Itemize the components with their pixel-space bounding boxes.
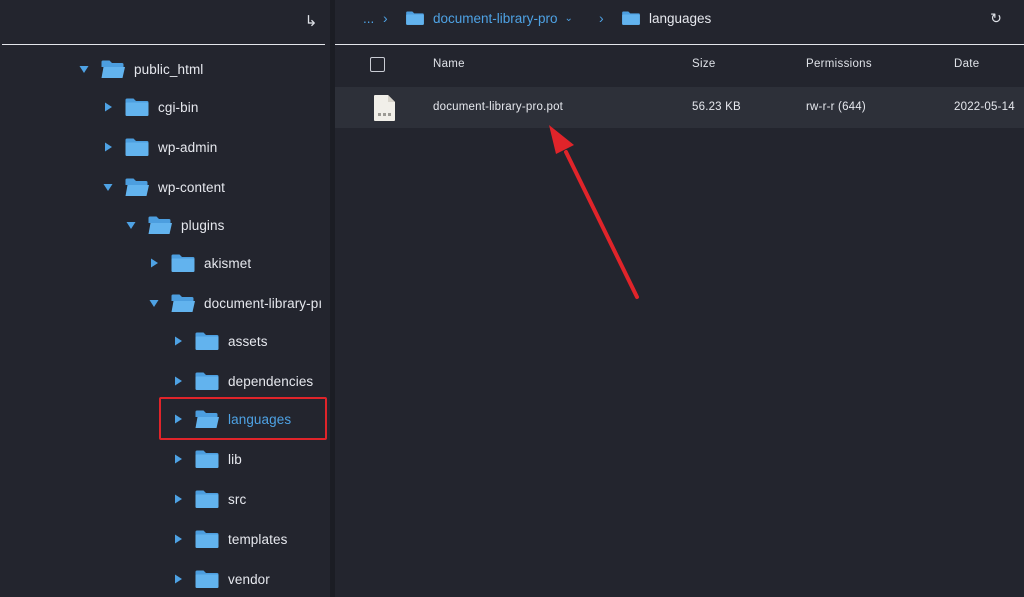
tree-item-wp-content[interactable]: wp-content [102, 172, 225, 202]
select-all-checkbox[interactable] [370, 57, 385, 72]
tree-item-src[interactable]: src [172, 484, 246, 514]
folder-tree-panel: ↳ public_html cgi-bin wp-admin wp-conten… [0, 0, 330, 597]
column-header-size[interactable]: Size [692, 58, 716, 70]
breadcrumb-ellipsis[interactable]: ... [363, 9, 374, 27]
chevron-down-icon[interactable] [148, 297, 160, 309]
file-list-panel: ... › document-library-pro ⌄ › languages… [335, 0, 1024, 597]
chevron-right-icon[interactable] [172, 573, 184, 585]
tree-item-plugins[interactable]: plugins [125, 210, 224, 240]
folder-icon [194, 529, 220, 549]
chevron-down-icon[interactable] [125, 219, 137, 231]
tree-item-label: src [228, 491, 247, 507]
chevron-right-icon[interactable] [148, 257, 160, 269]
chevron-right-icon: › [599, 10, 604, 26]
collapse-arrow-icon[interactable]: ↳ [302, 12, 320, 32]
tree-item-lib[interactable]: lib [172, 444, 242, 474]
file-icon [374, 95, 395, 121]
column-header-date[interactable]: Date [954, 58, 980, 70]
column-header-permissions[interactable]: Permissions [806, 58, 872, 70]
chevron-right-icon[interactable] [172, 375, 184, 387]
chevron-right-icon[interactable] [102, 101, 114, 113]
folder-icon [124, 137, 150, 157]
tree-item-label: languages [228, 411, 292, 427]
chevron-down-icon[interactable]: ⌄ [565, 13, 573, 24]
folder-icon [194, 569, 220, 589]
refresh-icon[interactable]: ↻ [987, 9, 1005, 27]
breadcrumb-label: document-library-pro [433, 10, 558, 26]
folder-icon [170, 253, 196, 273]
tree-item-label: assets [228, 333, 268, 349]
tree-item-public-html[interactable]: public_html [78, 54, 203, 84]
tree-item-label: dependencies [228, 373, 314, 389]
tree-item-label: lib [228, 451, 242, 467]
folder-icon [194, 449, 220, 469]
table-row[interactable]: document-library-pro.pot 56.23 KB rw-r-r… [335, 87, 1024, 128]
chevron-right-icon[interactable] [172, 335, 184, 347]
tree-item-cgi-bin[interactable]: cgi-bin [102, 92, 198, 122]
tree-item-label: public_html [134, 61, 204, 77]
chevron-right-icon[interactable] [102, 141, 114, 153]
folder-icon [194, 371, 220, 391]
column-header-name[interactable]: Name [433, 58, 465, 70]
chevron-down-icon[interactable] [102, 181, 114, 193]
folder-icon [194, 331, 220, 351]
tree-item-wp-admin[interactable]: wp-admin [102, 132, 217, 162]
tree-item-akismet[interactable]: akismet [148, 248, 251, 278]
folder-icon [621, 10, 641, 26]
folder-open-icon [147, 215, 173, 235]
tree-item-label: vendor [228, 571, 270, 587]
tree-header: ↳ [0, 0, 330, 45]
chevron-right-icon[interactable] [172, 493, 184, 505]
tree-item-label: wp-admin [158, 139, 218, 155]
folder-open-icon [170, 293, 196, 313]
folder-icon [194, 489, 220, 509]
breadcrumb-item-document-library-pro[interactable]: document-library-pro ⌄ [405, 9, 573, 27]
tree-item-label: plugins [181, 217, 225, 233]
folder-open-icon [100, 59, 126, 79]
tree-item-label: wp-content [158, 179, 226, 195]
folder-open-icon [124, 177, 150, 197]
divider [2, 44, 325, 45]
file-size: 56.23 KB [692, 101, 741, 113]
tree-item-dependencies[interactable]: dependencies [172, 366, 313, 396]
tree-item-label: templates [228, 531, 288, 547]
tree-item-document-library-pro[interactable]: document-library-pı [148, 288, 326, 318]
file-name[interactable]: document-library-pro.pot [433, 101, 563, 113]
tree-item-label: akismet [204, 255, 252, 271]
chevron-right-icon[interactable] [172, 453, 184, 465]
folder-icon [405, 10, 425, 26]
tree-item-label: document-library-pı [204, 295, 323, 311]
file-permissions: rw-r-r (644) [806, 101, 866, 113]
folder-icon [124, 97, 150, 117]
tree-item-assets[interactable]: assets [172, 326, 268, 356]
breadcrumb: ... › document-library-pro ⌄ › languages… [335, 0, 1024, 44]
chevron-down-icon[interactable] [78, 63, 90, 75]
breadcrumb-item-languages[interactable]: languages [621, 9, 711, 27]
tree-item-vendor[interactable]: vendor [172, 564, 270, 594]
chevron-right-icon: › [383, 10, 388, 26]
breadcrumb-label: languages [649, 10, 712, 26]
chevron-right-icon[interactable] [172, 533, 184, 545]
table-header: Name Size Permissions Date [335, 45, 1024, 85]
chevron-right-icon[interactable] [172, 413, 184, 425]
tree-item-languages[interactable]: languages [172, 404, 291, 434]
file-date: 2022-05-14 [954, 101, 1015, 113]
tree-item-templates[interactable]: templates [172, 524, 287, 554]
tree-item-label: cgi-bin [158, 99, 199, 115]
folder-open-icon [194, 409, 220, 429]
